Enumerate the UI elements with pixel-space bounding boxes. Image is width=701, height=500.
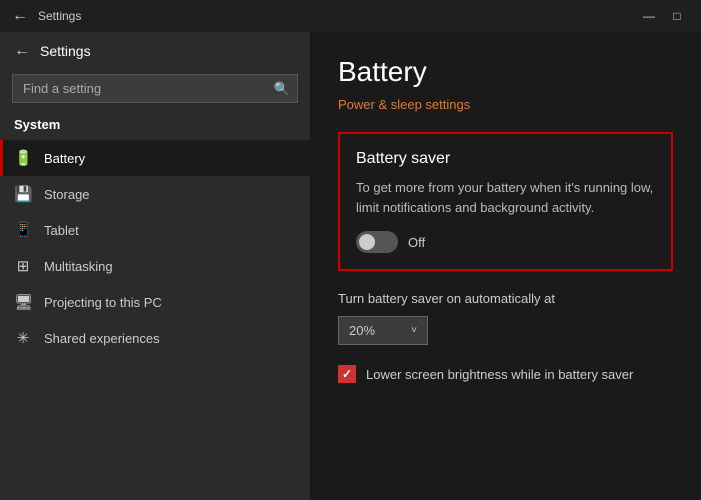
brightness-checkbox[interactable]: ✓ xyxy=(338,365,356,383)
sidebar-header: ← Settings xyxy=(0,32,310,68)
brightness-label: Lower screen brightness while in battery… xyxy=(366,367,633,382)
sidebar-item-battery-label: Battery xyxy=(44,151,85,166)
sidebar-item-shared[interactable]: ✳ Shared experiences xyxy=(0,320,310,356)
title-bar-back-icon[interactable]: ← xyxy=(12,7,28,25)
page-title: Battery xyxy=(338,56,673,88)
sidebar-item-tablet[interactable]: 📱 Tablet xyxy=(0,212,310,248)
sidebar-item-projecting-label: Projecting to this PC xyxy=(44,295,162,310)
sidebar-item-projecting[interactable]: 🖥 Projecting to this PC xyxy=(0,284,310,320)
maximize-button[interactable]: □ xyxy=(665,6,689,26)
sidebar-item-storage[interactable]: 💾 Storage xyxy=(0,176,310,212)
title-bar-title: Settings xyxy=(38,9,81,23)
multitasking-icon: ⊞ xyxy=(14,257,32,275)
search-icon: 🔍 xyxy=(274,81,290,97)
sidebar-app-title: Settings xyxy=(40,43,91,59)
dropdown-value: 20% xyxy=(349,323,375,338)
battery-icon: 🔋 xyxy=(14,149,32,167)
toggle-row: Off xyxy=(356,231,655,253)
title-bar-controls: — □ xyxy=(637,6,689,26)
auto-section-label: Turn battery saver on automatically at xyxy=(338,291,673,306)
shared-icon: ✳ xyxy=(14,329,32,347)
main-content: Battery Power & sleep settings Battery s… xyxy=(310,32,701,407)
title-bar-left: ← Settings xyxy=(12,7,81,25)
title-bar: ← Settings — □ xyxy=(0,0,701,32)
sidebar-back-button[interactable]: ← xyxy=(14,42,30,60)
brightness-checkbox-row: ✓ Lower screen brightness while in batte… xyxy=(338,365,673,383)
chevron-down-icon: ˅ xyxy=(411,325,417,336)
search-input[interactable] xyxy=(12,74,298,103)
auto-section: Turn battery saver on automatically at 2… xyxy=(338,291,673,345)
minimize-button[interactable]: — xyxy=(637,6,661,26)
battery-saver-title: Battery saver xyxy=(356,150,655,168)
sidebar: ← Settings 🔍 System 🔋 Battery 💾 Storage … xyxy=(0,0,310,500)
tablet-icon: 📱 xyxy=(14,221,32,239)
sidebar-item-multitasking-label: Multitasking xyxy=(44,259,113,274)
battery-saver-toggle[interactable] xyxy=(356,231,398,253)
sidebar-item-battery[interactable]: 🔋 Battery xyxy=(0,140,310,176)
sidebar-item-shared-label: Shared experiences xyxy=(44,331,160,346)
auto-threshold-dropdown[interactable]: 20% ˅ xyxy=(338,316,428,345)
toggle-label: Off xyxy=(408,235,425,250)
battery-saver-description: To get more from your battery when it's … xyxy=(356,178,655,217)
storage-icon: 💾 xyxy=(14,185,32,203)
power-sleep-link[interactable]: Power & sleep settings xyxy=(338,97,470,112)
sidebar-item-tablet-label: Tablet xyxy=(44,223,79,238)
checkmark-icon: ✓ xyxy=(342,367,352,381)
system-label: System xyxy=(0,113,310,140)
sidebar-item-multitasking[interactable]: ⊞ Multitasking xyxy=(0,248,310,284)
main-panel: Battery Power & sleep settings Battery s… xyxy=(310,0,701,500)
sidebar-item-storage-label: Storage xyxy=(44,187,90,202)
search-box: 🔍 xyxy=(12,74,298,103)
battery-saver-card: Battery saver To get more from your batt… xyxy=(338,132,673,271)
projecting-icon: 🖥 xyxy=(14,293,32,311)
